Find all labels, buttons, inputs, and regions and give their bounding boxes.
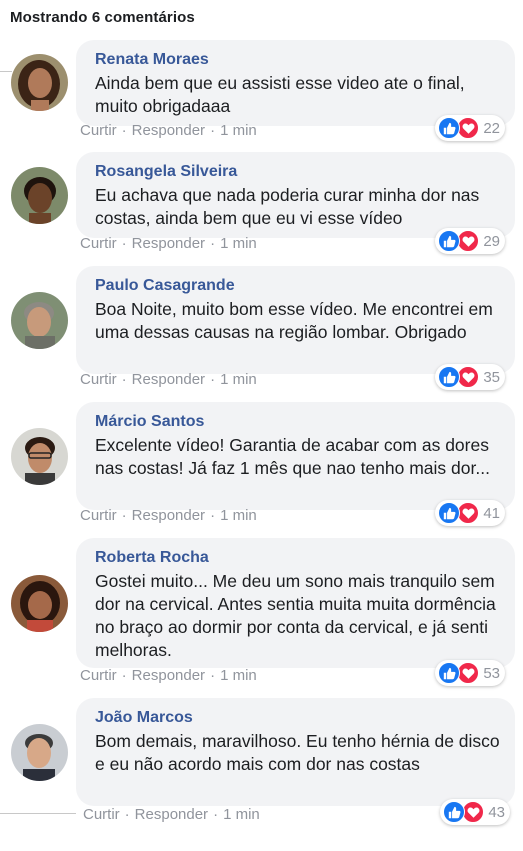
comment-actions: Curtir · Responder · 1 min (80, 235, 257, 252)
avatar[interactable] (11, 54, 68, 111)
separator: · (210, 122, 216, 139)
thumbs-up-icon (438, 502, 461, 524)
separator: · (121, 667, 127, 684)
comment-bubble: Márcio Santos Excelente vídeo! Garantia … (76, 402, 515, 510)
thumbs-up-icon (438, 230, 461, 252)
comment-text: Gostei muito... Me deu um sono mais tran… (95, 571, 496, 660)
comment-author[interactable]: Rosangela Silveira (95, 162, 501, 181)
thumbs-up-icon (438, 117, 461, 139)
comment-text: Eu achava que nada poderia curar minha d… (95, 185, 480, 228)
comment-bubble: João Marcos Bom demais, maravilhoso. Eu … (76, 698, 515, 806)
reply-button[interactable]: Responder (132, 122, 205, 139)
separator: · (121, 122, 127, 139)
heart-icon (457, 230, 480, 252)
comment-text: Excelente vídeo! Garantia de acabar com … (95, 435, 490, 478)
comment-time[interactable]: 1 min (220, 371, 257, 388)
reactions-summary[interactable]: 43 (440, 799, 510, 825)
avatar[interactable] (11, 292, 68, 349)
avatar[interactable] (11, 167, 68, 224)
comment-bubble: Rosangela Silveira Eu achava que nada po… (76, 152, 515, 238)
heart-icon (462, 801, 485, 823)
reply-button[interactable]: Responder (132, 667, 205, 684)
avatar[interactable] (11, 428, 68, 485)
comments-header: Mostrando 6 comentários (10, 9, 195, 26)
reactions-summary[interactable]: 35 (435, 364, 505, 390)
reactions-summary[interactable]: 41 (435, 500, 505, 526)
divider (0, 71, 12, 72)
avatar[interactable] (11, 575, 68, 632)
reaction-count: 41 (483, 504, 500, 522)
separator: · (213, 806, 219, 823)
like-button[interactable]: Curtir (80, 371, 117, 388)
reply-button[interactable]: Responder (132, 235, 205, 252)
comment-bubble: Paulo Casagrande Boa Noite, muito bom es… (76, 266, 515, 374)
comment-text: Bom demais, maravilhoso. Eu tenho hérnia… (95, 731, 500, 774)
reactions-summary[interactable]: 53 (435, 660, 505, 686)
separator: · (124, 806, 130, 823)
separator: · (210, 235, 216, 252)
comment-author[interactable]: Paulo Casagrande (95, 276, 501, 295)
comment-actions: Curtir · Responder · 1 min (80, 122, 257, 139)
comment-bubble: Roberta Rocha Gostei muito... Me deu um … (76, 538, 515, 668)
divider (0, 813, 76, 814)
comment-actions: Curtir · Responder · 1 min (83, 806, 260, 823)
reply-button[interactable]: Responder (132, 507, 205, 524)
comment-author[interactable]: Roberta Rocha (95, 548, 501, 567)
like-button[interactable]: Curtir (80, 235, 117, 252)
comment-time[interactable]: 1 min (220, 235, 257, 252)
reaction-count: 22 (483, 119, 500, 137)
comment-actions: Curtir · Responder · 1 min (80, 371, 257, 388)
heart-icon (457, 502, 480, 524)
reaction-count: 43 (488, 803, 505, 821)
comment-actions: Curtir · Responder · 1 min (80, 507, 257, 524)
thumbs-up-icon (443, 801, 466, 823)
comment-actions: Curtir · Responder · 1 min (80, 667, 257, 684)
heart-icon (457, 366, 480, 388)
like-button[interactable]: Curtir (80, 122, 117, 139)
avatar[interactable] (11, 724, 68, 781)
comment-text: Boa Noite, muito bom esse vídeo. Me enco… (95, 299, 493, 342)
separator: · (121, 371, 127, 388)
reactions-summary[interactable]: 29 (435, 228, 505, 254)
reactions-summary[interactable]: 22 (435, 115, 505, 141)
separator: · (121, 507, 127, 524)
comment-author[interactable]: Márcio Santos (95, 412, 501, 431)
thumbs-up-icon (438, 662, 461, 684)
thumbs-up-icon (438, 366, 461, 388)
reaction-count: 53 (483, 664, 500, 682)
comment-author[interactable]: João Marcos (95, 708, 501, 727)
comment-time[interactable]: 1 min (220, 667, 257, 684)
separator: · (121, 235, 127, 252)
reply-button[interactable]: Responder (135, 806, 208, 823)
separator: · (210, 371, 216, 388)
separator: · (210, 667, 216, 684)
reply-button[interactable]: Responder (132, 371, 205, 388)
comment-text: Ainda bem que eu assisti esse video ate … (95, 73, 465, 116)
like-button[interactable]: Curtir (80, 667, 117, 684)
comment-time[interactable]: 1 min (220, 507, 257, 524)
like-button[interactable]: Curtir (80, 507, 117, 524)
like-button[interactable]: Curtir (83, 806, 120, 823)
reaction-count: 29 (483, 232, 500, 250)
comment-time[interactable]: 1 min (220, 122, 257, 139)
comment-time[interactable]: 1 min (223, 806, 260, 823)
heart-icon (457, 117, 480, 139)
comment-bubble: Renata Moraes Ainda bem que eu assisti e… (76, 40, 515, 126)
heart-icon (457, 662, 480, 684)
separator: · (210, 507, 216, 524)
comment-author[interactable]: Renata Moraes (95, 50, 501, 69)
reaction-count: 35 (483, 368, 500, 386)
